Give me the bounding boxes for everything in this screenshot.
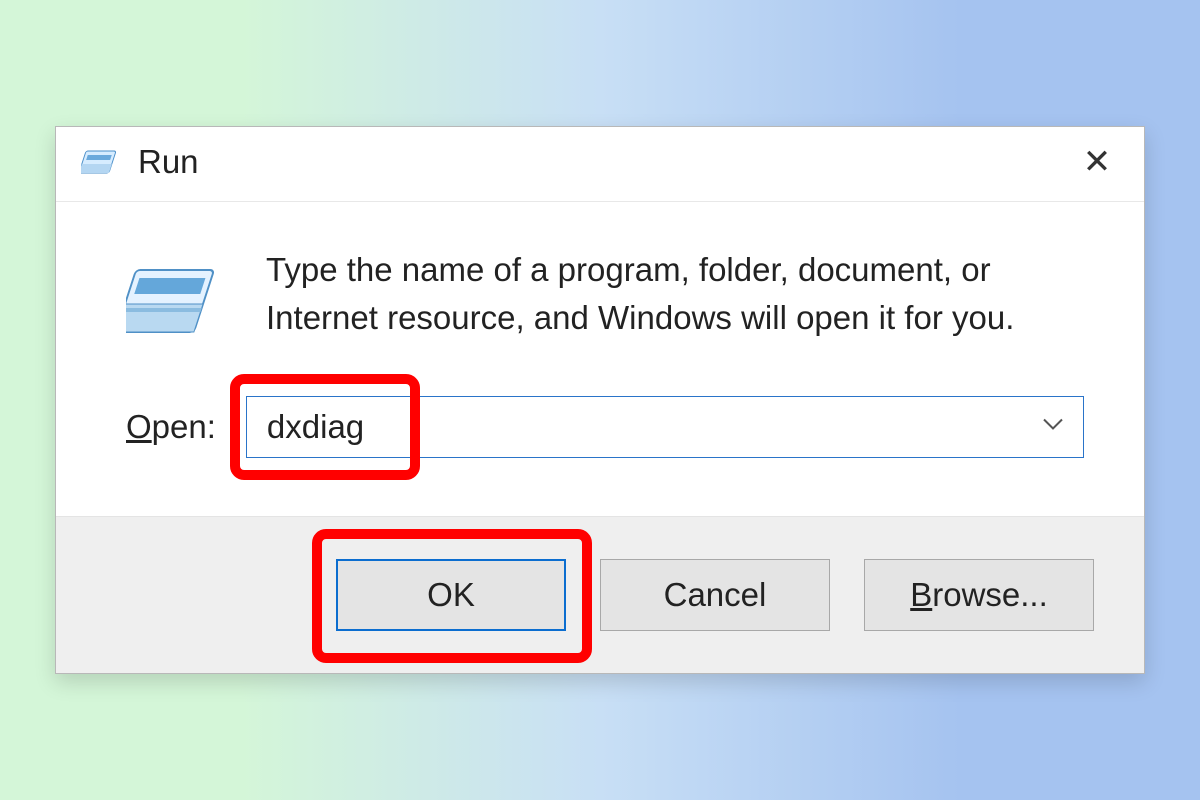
ok-button[interactable]: OK: [336, 559, 566, 631]
browse-button[interactable]: Browse...: [864, 559, 1094, 631]
run-icon-small: [80, 145, 122, 179]
open-row: Open:: [126, 396, 1084, 458]
close-icon: ✕: [1083, 145, 1112, 179]
dialog-body: Type the name of a program, folder, docu…: [56, 202, 1144, 516]
browse-rest: rowse...: [932, 576, 1048, 613]
open-label: Open:: [126, 408, 216, 446]
titlebar-left: Run: [80, 143, 199, 181]
run-icon: [126, 252, 222, 348]
close-button[interactable]: ✕: [1072, 137, 1122, 187]
window-title: Run: [138, 143, 199, 181]
ok-button-wrap: OK: [336, 559, 566, 631]
open-input[interactable]: [246, 396, 1084, 458]
intro-row: Type the name of a program, folder, docu…: [126, 246, 1084, 348]
run-dialog: Run ✕ Type the name of a program, folder…: [55, 126, 1145, 674]
description-text: Type the name of a program, folder, docu…: [266, 246, 1084, 342]
titlebar: Run ✕: [56, 127, 1144, 202]
cancel-button[interactable]: Cancel: [600, 559, 830, 631]
button-bar: OK Cancel Browse...: [56, 516, 1144, 673]
open-label-accel: O: [126, 408, 152, 445]
open-combobox[interactable]: [246, 396, 1084, 458]
browse-accel: B: [910, 576, 932, 613]
open-label-rest: pen:: [152, 408, 216, 445]
